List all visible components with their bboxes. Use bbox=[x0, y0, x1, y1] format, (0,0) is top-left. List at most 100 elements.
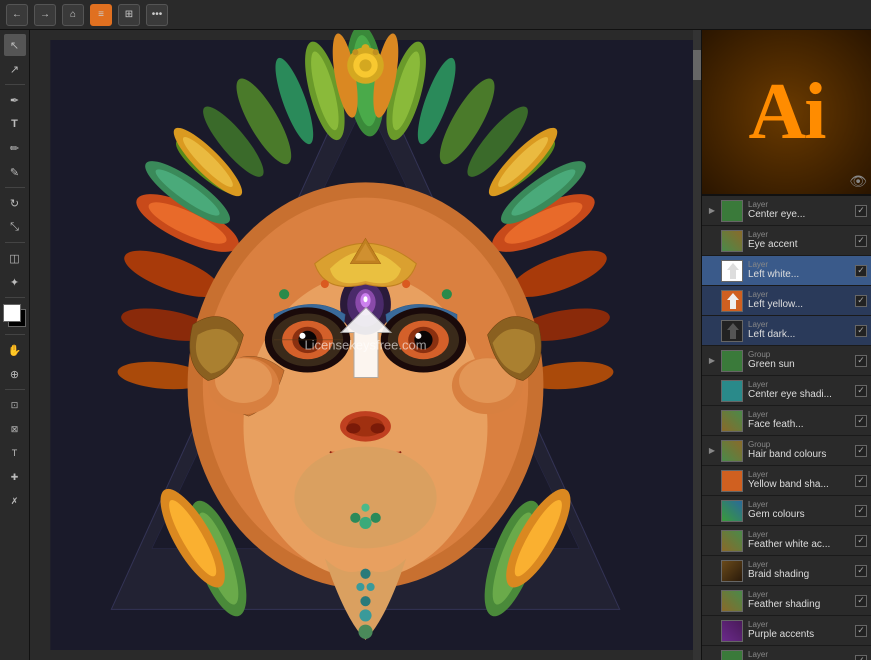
layer-item[interactable]: Layer Feather white ac... bbox=[702, 526, 871, 556]
layer-thumbnail bbox=[721, 650, 743, 660]
layer-thumbnail bbox=[721, 560, 743, 582]
zoom-tool[interactable]: ⊕ bbox=[4, 363, 26, 385]
layer-visibility-checkbox[interactable] bbox=[855, 655, 867, 660]
gradient-tool[interactable]: ◫ bbox=[4, 247, 26, 269]
rotate-tool[interactable]: ↻ bbox=[4, 192, 26, 214]
layer-visibility-checkbox[interactable] bbox=[855, 385, 867, 397]
foreground-color[interactable] bbox=[3, 304, 21, 322]
layer-type-label: Layer bbox=[748, 591, 853, 599]
back-button[interactable]: ← bbox=[6, 4, 28, 26]
layer-thumbnail bbox=[721, 230, 743, 252]
layer-expand-icon[interactable]: ▶ bbox=[706, 205, 718, 217]
layer-item[interactable]: ▶ Group Hair band colours bbox=[702, 436, 871, 466]
forward-button[interactable]: → bbox=[34, 4, 56, 26]
measure-tool[interactable]: T bbox=[4, 442, 26, 464]
more-button[interactable]: ••• bbox=[146, 4, 168, 26]
layer-item[interactable]: Layer Yellow band sha... bbox=[702, 466, 871, 496]
layer-type-label: Layer bbox=[748, 531, 853, 539]
direct-select-tool[interactable]: ↗ bbox=[4, 58, 26, 80]
crop-tool[interactable]: ⊠ bbox=[4, 418, 26, 440]
layer-type-label: Layer bbox=[748, 411, 853, 419]
layer-expand-icon[interactable] bbox=[706, 295, 718, 307]
color-swatches[interactable] bbox=[3, 304, 27, 328]
warp-tool[interactable]: ✚ bbox=[4, 466, 26, 488]
layer-visibility-checkbox[interactable] bbox=[855, 445, 867, 457]
layer-visibility-checkbox[interactable] bbox=[855, 205, 867, 217]
brush-tool[interactable]: ✏ bbox=[4, 137, 26, 159]
layer-visibility-checkbox[interactable] bbox=[855, 625, 867, 637]
lion-illustration bbox=[30, 30, 701, 660]
blend-tool[interactable]: ✗ bbox=[4, 490, 26, 512]
layer-item[interactable]: Layer Center eye shadi... bbox=[702, 376, 871, 406]
layer-visibility-checkbox[interactable] bbox=[855, 595, 867, 607]
pen-tool[interactable]: ✒ bbox=[4, 89, 26, 111]
layer-expand-icon[interactable] bbox=[706, 625, 718, 637]
layer-name-label: Feather shading bbox=[748, 599, 853, 611]
layer-visibility-checkbox[interactable] bbox=[855, 325, 867, 337]
layer-thumbnail bbox=[721, 260, 743, 282]
layer-visibility-checkbox[interactable] bbox=[855, 295, 867, 307]
layer-item[interactable]: Layer Feather shading bbox=[702, 586, 871, 616]
layer-expand-icon[interactable]: ▶ bbox=[706, 355, 718, 367]
canvas-area: Licensekeysfree.com bbox=[30, 30, 701, 660]
home-button[interactable]: ⌂ bbox=[62, 4, 84, 26]
grid-button[interactable]: ⊞ bbox=[118, 4, 140, 26]
layer-expand-icon[interactable] bbox=[706, 505, 718, 517]
layers-panel[interactable]: ▶ Layer Center eye... Layer Eye accent bbox=[702, 196, 871, 660]
canvas-scrollbar-thumb[interactable] bbox=[693, 50, 701, 80]
layer-expand-icon[interactable] bbox=[706, 385, 718, 397]
pencil-tool[interactable]: ✎ bbox=[4, 161, 26, 183]
layer-visibility-checkbox[interactable] bbox=[855, 565, 867, 577]
layer-item[interactable]: Layer Eye accent bbox=[702, 226, 871, 256]
layer-info: Layer Gem colours bbox=[746, 501, 855, 521]
layer-item[interactable]: Layer Purple accents bbox=[702, 616, 871, 646]
type-tool[interactable]: T bbox=[4, 113, 26, 135]
layer-type-label: Layer bbox=[748, 471, 853, 479]
layer-visibility-checkbox[interactable] bbox=[855, 475, 867, 487]
layer-name-label: Hair band colours bbox=[748, 449, 853, 461]
layer-item[interactable]: Layer Left yellow... bbox=[702, 286, 871, 316]
layer-item[interactable]: Layer Braid shading bbox=[702, 556, 871, 586]
layer-info: Layer Purple accents bbox=[746, 621, 855, 641]
top-toolbar: ← → ⌂ ≡ ⊞ ••• bbox=[0, 0, 871, 30]
hand-tool[interactable]: ✋ bbox=[4, 339, 26, 361]
layer-expand-icon[interactable] bbox=[706, 595, 718, 607]
scale-tool[interactable]: ⤡ bbox=[4, 216, 26, 238]
layers-button[interactable]: ≡ bbox=[90, 4, 112, 26]
layer-visibility-checkbox[interactable] bbox=[855, 415, 867, 427]
layer-item[interactable]: ▶ Layer Center eye... bbox=[702, 196, 871, 226]
selection-tool[interactable]: ↖ bbox=[4, 34, 26, 56]
layer-type-label: Group bbox=[748, 351, 853, 359]
layer-expand-icon[interactable] bbox=[706, 475, 718, 487]
layer-item[interactable]: Layer Gem colours bbox=[702, 496, 871, 526]
layer-visibility-checkbox[interactable] bbox=[855, 535, 867, 547]
layer-name-label: Braid shading bbox=[748, 569, 853, 581]
layer-expand-icon[interactable] bbox=[706, 325, 718, 337]
layer-visibility-checkbox[interactable] bbox=[855, 355, 867, 367]
ai-logo-panel: Ai 👁 bbox=[702, 30, 871, 196]
layer-expand-icon[interactable] bbox=[706, 655, 718, 660]
layer-type-label: Layer bbox=[748, 291, 853, 299]
layer-item[interactable]: ▶ Group Green sun bbox=[702, 346, 871, 376]
eyedropper-tool[interactable]: ✦ bbox=[4, 271, 26, 293]
layer-item[interactable]: Layer Green accents bbox=[702, 646, 871, 660]
layer-expand-icon[interactable] bbox=[706, 265, 718, 277]
layer-info: Layer Face feath... bbox=[746, 411, 855, 431]
layer-item[interactable]: Layer Left white... bbox=[702, 256, 871, 286]
tool-separator-5 bbox=[5, 334, 25, 335]
canvas-scrollbar[interactable] bbox=[693, 30, 701, 660]
layer-expand-icon[interactable] bbox=[706, 415, 718, 427]
layer-info: Layer Left white... bbox=[746, 261, 855, 281]
layer-info: Layer Braid shading bbox=[746, 561, 855, 581]
layer-expand-icon[interactable] bbox=[706, 235, 718, 247]
layer-expand-icon[interactable] bbox=[706, 565, 718, 577]
layer-visibility-checkbox[interactable] bbox=[855, 505, 867, 517]
layer-item[interactable]: Layer Face feath... bbox=[702, 406, 871, 436]
layer-expand-icon[interactable]: ▶ bbox=[706, 445, 718, 457]
layer-visibility-checkbox[interactable] bbox=[855, 265, 867, 277]
visibility-icon[interactable]: 👁 bbox=[849, 173, 867, 190]
layer-item[interactable]: Layer Left dark... bbox=[702, 316, 871, 346]
artboard-tool[interactable]: ⊡ bbox=[4, 394, 26, 416]
layer-expand-icon[interactable] bbox=[706, 535, 718, 547]
layer-visibility-checkbox[interactable] bbox=[855, 235, 867, 247]
